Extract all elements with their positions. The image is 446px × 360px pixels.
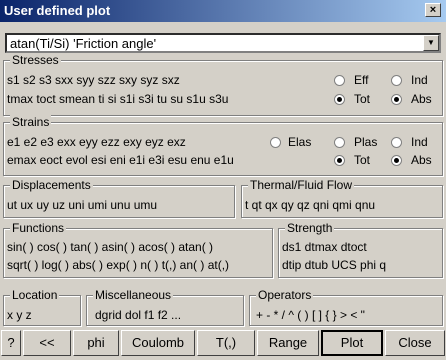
range-button[interactable]: Range bbox=[257, 330, 319, 356]
strength-legend: Strength bbox=[285, 221, 335, 235]
close-icon[interactable]: × bbox=[425, 3, 441, 17]
thermal-line-1[interactable]: t qt qx qy qz qni qmi qnu bbox=[245, 198, 375, 212]
strains-legend: Strains bbox=[10, 115, 52, 129]
close-button[interactable]: Close bbox=[385, 330, 445, 356]
misc-legend: Miscellaneous bbox=[93, 288, 174, 302]
functions-group: Functions sin( ) cos( ) tan( ) asin( ) a… bbox=[3, 221, 273, 278]
functions-legend: Functions bbox=[10, 221, 67, 235]
location-legend: Location bbox=[10, 288, 60, 302]
operators-line-1[interactable]: + - * / ^ ( ) [ ] { } > < " bbox=[256, 308, 365, 322]
functions-line-2[interactable]: sqrt( ) log( ) abs( ) exp( ) n( ) t(,) a… bbox=[7, 258, 229, 272]
radio-tot-label: Tot bbox=[354, 92, 371, 106]
window-title: User defined plot bbox=[4, 3, 111, 18]
displacements-legend: Displacements bbox=[10, 178, 93, 192]
strains-group: Strains e1 e2 e3 exx eyy ezz exy eyz exz… bbox=[3, 115, 443, 176]
thermal-group: Thermal/Fluid Flow t qt qx qy qz qni qmi… bbox=[241, 178, 443, 218]
strains-line-2[interactable]: emax eoct evol esi eni e1i e3i esu enu e… bbox=[7, 153, 234, 167]
help-button[interactable]: ? bbox=[1, 330, 21, 356]
radio-elas-label: Elas bbox=[288, 135, 312, 149]
chevron-down-icon[interactable]: ▼ bbox=[423, 35, 439, 51]
title-bar: User defined plot × bbox=[0, 0, 446, 22]
expression-value: atan(Ti/Si) 'Friction angle' bbox=[10, 36, 157, 51]
t-comma-button[interactable]: T(,) bbox=[197, 330, 255, 356]
thermal-legend: Thermal/Fluid Flow bbox=[248, 178, 355, 192]
operators-group: Operators + - * / ^ ( ) [ ] { } > < " bbox=[249, 288, 443, 326]
radio-eff[interactable] bbox=[334, 75, 345, 86]
radio-plas-label: Plas bbox=[354, 135, 378, 149]
functions-line-1[interactable]: sin( ) cos( ) tan( ) asin( ) acos( ) ata… bbox=[7, 240, 213, 254]
location-group: Location x y z bbox=[3, 288, 81, 326]
phi-button[interactable]: phi bbox=[73, 330, 119, 356]
operators-legend: Operators bbox=[256, 288, 314, 302]
radio-ind-label: Ind bbox=[411, 73, 428, 87]
stresses-group: Stresses s1 s2 s3 sxx syy szz sxy syz sx… bbox=[3, 53, 443, 116]
displacements-group: Displacements ut ux uy uz uni umi unu um… bbox=[3, 178, 235, 218]
radio-strain-tot[interactable] bbox=[334, 155, 345, 166]
coulomb-button[interactable]: Coulomb bbox=[121, 330, 195, 356]
strength-line-1[interactable]: ds1 dtmax dtoct bbox=[282, 240, 367, 254]
strength-line-2[interactable]: dtip dtub UCS phi q bbox=[282, 258, 386, 272]
strains-line-1[interactable]: e1 e2 e3 exx eyy ezz exy eyz exz bbox=[7, 135, 186, 149]
expression-combo[interactable]: atan(Ti/Si) 'Friction angle' ▼ bbox=[5, 33, 441, 53]
radio-strain-ind[interactable] bbox=[391, 137, 402, 148]
radio-plas[interactable] bbox=[334, 137, 345, 148]
radio-strain-ind-label: Ind bbox=[411, 135, 428, 149]
stresses-legend: Stresses bbox=[10, 53, 61, 67]
radio-strain-abs-label: Abs bbox=[411, 153, 432, 167]
stresses-line-2[interactable]: tmax toct smean ti si s1i s3i tu su s1u … bbox=[7, 92, 228, 106]
misc-group: Miscellaneous dgrid dol f1 f2 ... bbox=[86, 288, 244, 326]
radio-eff-label: Eff bbox=[354, 73, 369, 87]
radio-abs-label: Abs bbox=[411, 92, 432, 106]
radio-ind[interactable] bbox=[391, 75, 402, 86]
radio-strain-tot-label: Tot bbox=[354, 153, 371, 167]
displacements-line-1[interactable]: ut ux uy uz uni umi unu umu bbox=[7, 198, 157, 212]
strength-group: Strength ds1 dtmax dtoct dtip dtub UCS p… bbox=[278, 221, 443, 278]
location-line-1[interactable]: x y z bbox=[7, 308, 32, 322]
plot-button[interactable]: Plot bbox=[321, 330, 383, 356]
misc-line-1[interactable]: dgrid dol f1 f2 ... bbox=[95, 308, 181, 322]
stresses-line-1[interactable]: s1 s2 s3 sxx syy szz sxy syz sxz bbox=[7, 73, 180, 87]
radio-strain-abs[interactable] bbox=[391, 155, 402, 166]
back-button[interactable]: << bbox=[23, 330, 71, 356]
radio-tot[interactable] bbox=[334, 94, 345, 105]
radio-elas[interactable] bbox=[270, 137, 281, 148]
radio-abs[interactable] bbox=[391, 94, 402, 105]
